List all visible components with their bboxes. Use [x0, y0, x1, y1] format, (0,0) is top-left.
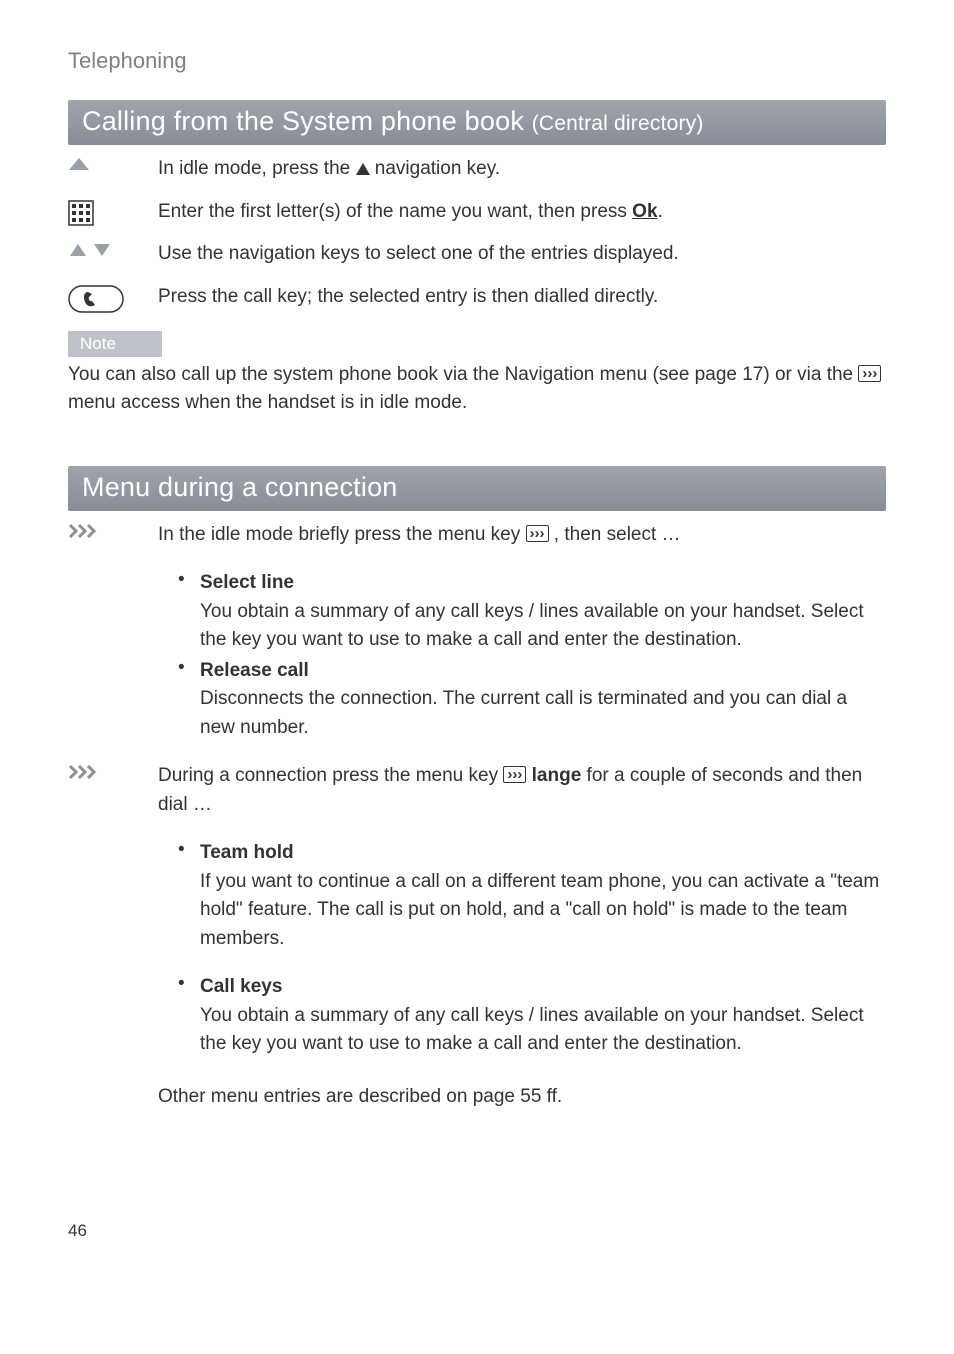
- bullet-select-line: Select line You obtain a summary of any …: [200, 569, 886, 655]
- bullet-team-hold-desc: If you want to continue a call on a diff…: [200, 868, 886, 954]
- note-b: menu access when the handset is in idle …: [68, 392, 467, 413]
- menu-intro-2b: lange: [526, 765, 581, 786]
- chevrons-icon: [68, 521, 158, 539]
- up-down-nav-icon: [68, 240, 158, 258]
- bullet-release-call-title: Release call: [200, 657, 886, 686]
- call-key-icon: [68, 283, 158, 313]
- menu-intro-2: During a connection press the menu key ›…: [158, 762, 886, 819]
- step-3-text: Use the navigation keys to select one of…: [158, 240, 886, 269]
- menu-intro-1: In the idle mode briefly press the menu …: [158, 521, 886, 550]
- step-1-text: In idle mode, press the navigation key.: [158, 155, 886, 184]
- bullet-dot: •: [178, 839, 200, 953]
- menu-intro-1a: In the idle mode briefly press the menu …: [158, 524, 526, 545]
- menu-intro-1b: , then select …: [549, 524, 681, 545]
- bullet-dot: •: [178, 973, 200, 1059]
- bullet-select-line-desc: You obtain a summary of any call keys / …: [200, 598, 886, 655]
- note-a: You can also call up the system phone bo…: [68, 364, 858, 385]
- step-2-text: Enter the first letter(s) of the name yo…: [158, 198, 886, 227]
- step-2-a: Enter the first letter(s) of the name yo…: [158, 201, 632, 222]
- bullet-team-hold-title: Team hold: [200, 839, 886, 868]
- section-menu-header: Menu during a connection: [68, 466, 886, 511]
- chevrons-icon: [68, 762, 158, 780]
- step-2-c: .: [658, 201, 663, 222]
- section-calling-title: Calling from the System phone book: [82, 106, 532, 136]
- step-1-a: In idle mode, press the: [158, 158, 356, 179]
- bullet-select-line-title: Select line: [200, 569, 886, 598]
- page-header: Telephoning: [68, 48, 886, 74]
- menu-key-icon-3: ›››: [503, 766, 526, 783]
- bullet-dot: •: [178, 657, 200, 743]
- note-label: Note: [68, 331, 162, 357]
- bullet-team-hold: Team hold If you want to continue a call…: [200, 839, 886, 953]
- other-entries-text: Other menu entries are described on page…: [158, 1083, 886, 1112]
- menu-key-icon: ›››: [858, 365, 881, 382]
- step-1-b: navigation key.: [370, 158, 501, 179]
- menu-intro-2a: During a connection press the menu key: [158, 765, 503, 786]
- note-text: You can also call up the system phone bo…: [68, 361, 886, 418]
- bullet-call-keys-desc: You obtain a summary of any call keys / …: [200, 1002, 886, 1059]
- step-2-ok: Ok: [632, 201, 657, 222]
- bullet-release-call: Release call Disconnects the connection.…: [200, 657, 886, 743]
- bullet-call-keys-title: Call keys: [200, 973, 886, 1002]
- keypad-icon: [68, 198, 158, 226]
- bullet-dot: •: [178, 569, 200, 655]
- page-number: 46: [68, 1221, 886, 1241]
- section-calling-header: Calling from the System phone book (Cent…: [68, 100, 886, 145]
- section-calling-sub: (Central directory): [532, 112, 704, 135]
- step-4-text: Press the call key; the selected entry i…: [158, 283, 886, 312]
- menu-key-icon-2: ›››: [526, 525, 549, 542]
- up-nav-icon: [68, 155, 158, 171]
- bullet-release-call-desc: Disconnects the connection. The current …: [200, 685, 886, 742]
- bullet-call-keys: Call keys You obtain a summary of any ca…: [200, 973, 886, 1059]
